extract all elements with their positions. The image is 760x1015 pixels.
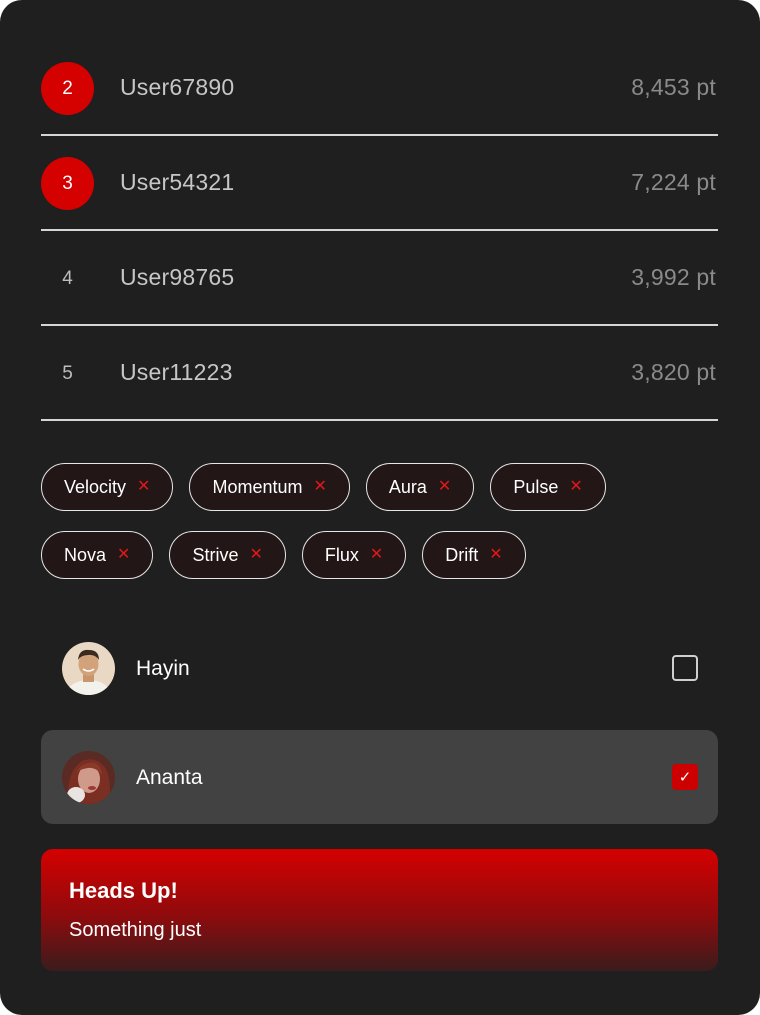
tag-chip[interactable]: Strive ✕ xyxy=(169,531,286,579)
select-checkbox-checked[interactable]: ✓ xyxy=(672,764,698,790)
remove-tag-icon[interactable]: ✕ xyxy=(249,547,262,563)
tag-chip[interactable]: Aura ✕ xyxy=(365,463,475,511)
points-value: 3,992 pt xyxy=(631,264,716,290)
leaderboard-row[interactable]: 3 User54321 7,224 pt xyxy=(41,136,718,231)
person-row-ananta[interactable]: Ananta ✓ xyxy=(41,730,718,824)
tag-label: Strive xyxy=(192,544,239,565)
person-name: Hayin xyxy=(136,657,190,680)
tag-chip[interactable]: Flux ✕ xyxy=(301,531,407,579)
tag-label: Nova xyxy=(64,544,107,565)
tag-chip[interactable]: Momentum ✕ xyxy=(189,463,350,511)
tag-label: Pulse xyxy=(513,476,559,497)
tag-label: Velocity xyxy=(64,476,127,497)
card-panel: 2 User67890 8,453 pt 3 User54321 7,224 p… xyxy=(0,0,760,1015)
checkmark-icon: ✓ xyxy=(678,769,692,786)
remove-tag-icon[interactable]: ✕ xyxy=(569,479,582,495)
remove-tag-icon[interactable]: ✕ xyxy=(137,479,150,495)
tag-label: Aura xyxy=(388,476,427,497)
tag-label: Momentum xyxy=(212,476,303,497)
leaderboard-row[interactable]: 4 User98765 3,992 pt xyxy=(41,231,718,326)
points-value: 7,224 pt xyxy=(631,169,716,195)
remove-tag-icon[interactable]: ✕ xyxy=(438,479,451,495)
avatar xyxy=(62,642,115,695)
username: User11223 xyxy=(120,359,233,385)
tag-label: Drift xyxy=(445,544,479,565)
person-name: Ananta xyxy=(136,766,203,789)
leaderboard-list: 2 User67890 8,453 pt 3 User54321 7,224 p… xyxy=(41,41,718,421)
username: User54321 xyxy=(120,169,235,195)
username: User67890 xyxy=(120,74,235,100)
tag-chip[interactable]: Pulse ✕ xyxy=(490,463,606,511)
tag-chip[interactable]: Drift ✕ xyxy=(422,531,526,579)
points-value: 8,453 pt xyxy=(631,74,716,100)
tag-label: Flux xyxy=(324,544,359,565)
leaderboard-row[interactable]: 5 User11223 3,820 pt xyxy=(41,326,718,421)
remove-tag-icon[interactable]: ✕ xyxy=(370,547,383,563)
leaderboard-row[interactable]: 2 User67890 8,453 pt xyxy=(41,41,718,136)
alert-title: Heads Up! xyxy=(69,878,178,903)
select-checkbox[interactable] xyxy=(672,655,698,681)
points-value: 3,820 pt xyxy=(631,359,716,385)
rank-number: 4 xyxy=(62,267,73,289)
tag-row: Nova ✕ Strive ✕ Flux ✕ Drift ✕ xyxy=(41,531,721,579)
tag-chip[interactable]: Nova ✕ xyxy=(41,531,154,579)
remove-tag-icon[interactable]: ✕ xyxy=(489,547,502,563)
person-row-hayin[interactable]: Hayin xyxy=(41,621,718,715)
rank-badge: 3 xyxy=(41,157,94,210)
rank-badge: 2 xyxy=(41,62,94,115)
tag-row: Velocity ✕ Momentum ✕ Aura ✕ Pulse ✕ xyxy=(41,463,721,511)
tag-list: Velocity ✕ Momentum ✕ Aura ✕ Pulse ✕ Nov… xyxy=(41,463,721,599)
remove-tag-icon[interactable]: ✕ xyxy=(313,479,326,495)
username: User98765 xyxy=(120,264,235,290)
avatar xyxy=(62,751,115,804)
rank-number: 5 xyxy=(62,362,73,384)
tag-chip[interactable]: Velocity ✕ xyxy=(41,463,174,511)
alert-banner: Heads Up! Something just xyxy=(41,849,718,971)
alert-message: Something just xyxy=(69,919,202,941)
remove-tag-icon[interactable]: ✕ xyxy=(117,547,130,563)
